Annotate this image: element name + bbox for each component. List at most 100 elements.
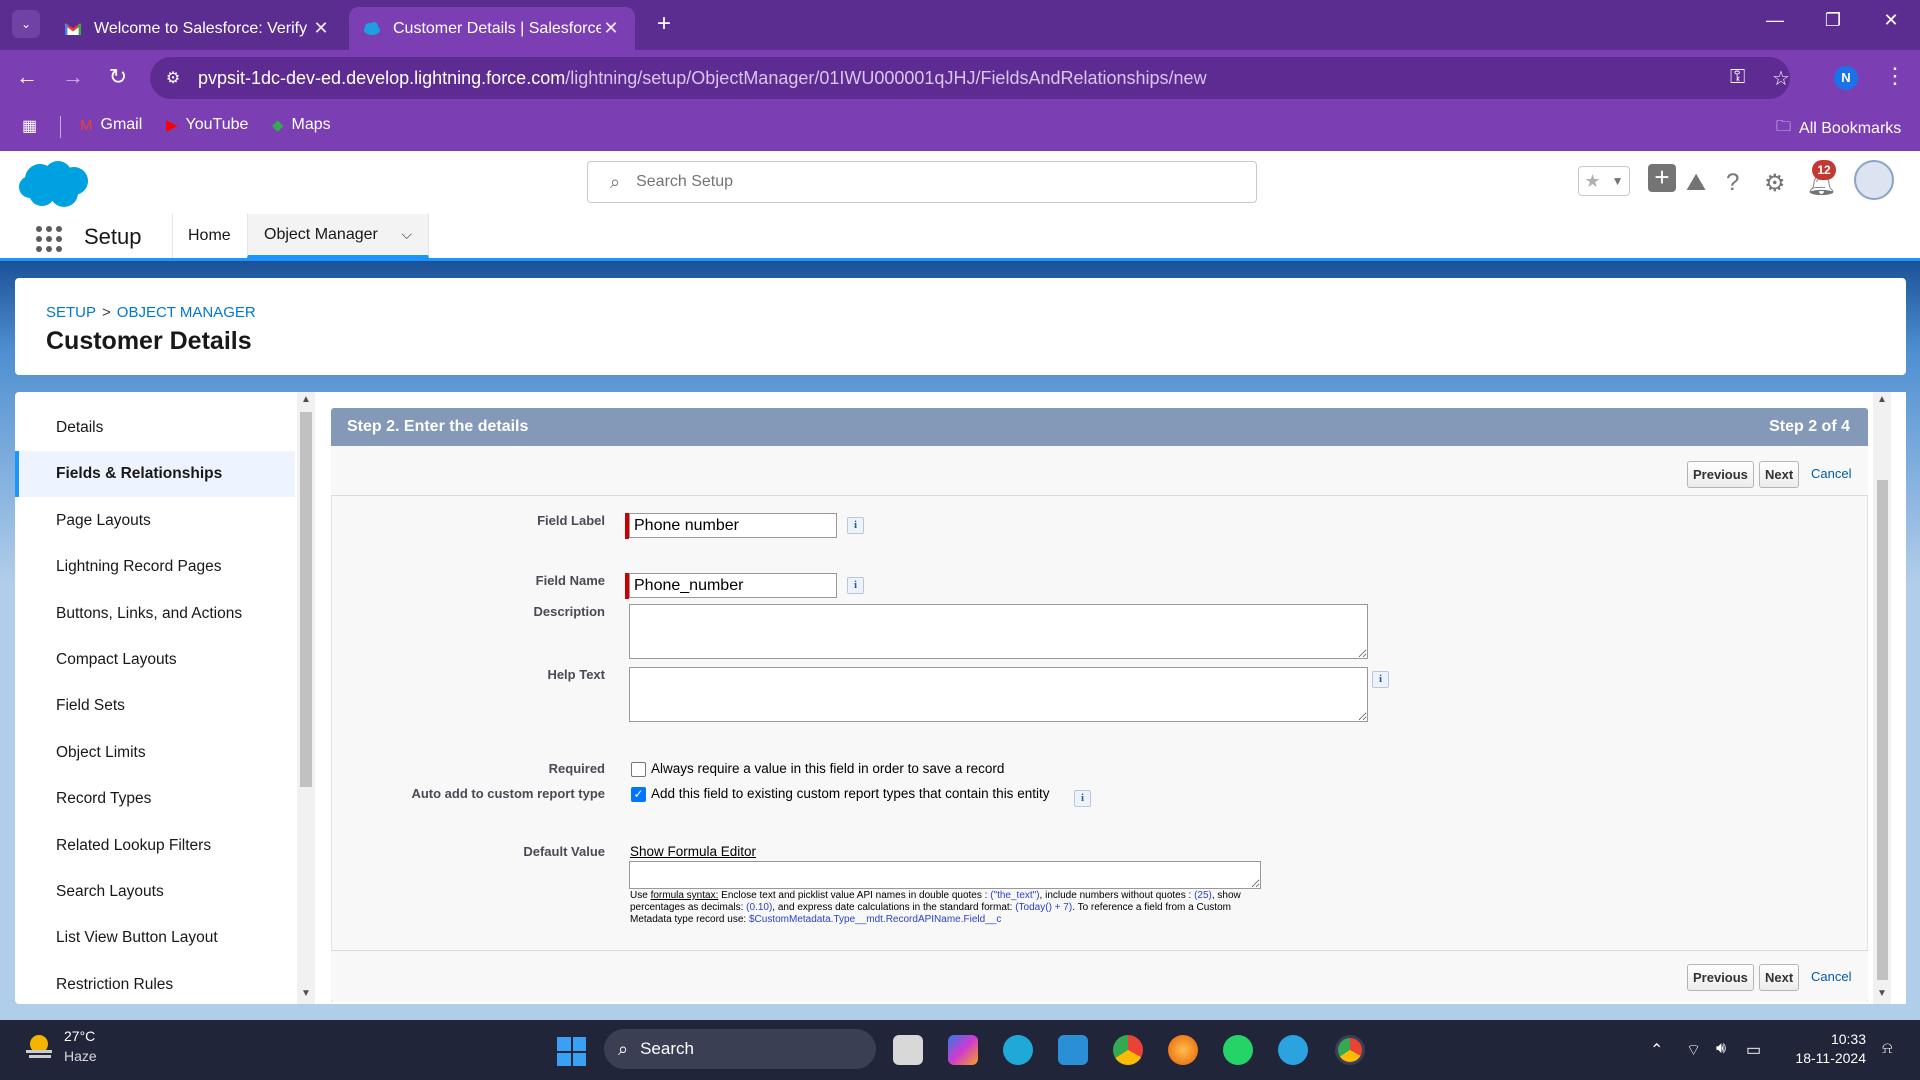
sidebar-item-buttons-links-and-actions[interactable]: Buttons, Links, and Actions xyxy=(15,591,295,637)
tab-home[interactable]: Home xyxy=(172,214,247,258)
restore-icon[interactable]: ❐ xyxy=(1813,10,1853,31)
sidebar-item-list-view-button-layout[interactable]: List View Button Layout xyxy=(15,915,295,961)
new-tab-button[interactable]: + xyxy=(650,10,678,38)
sidebar-item-details[interactable]: Details xyxy=(15,405,295,451)
back-icon[interactable]: ← xyxy=(12,64,42,90)
site-info-icon[interactable]: ⚙ xyxy=(160,68,186,88)
whatsapp-icon[interactable] xyxy=(1223,1035,1253,1065)
help-icon[interactable]: ? xyxy=(1726,169,1739,197)
all-bookmarks-button[interactable]: 🗀 All Bookmarks xyxy=(1776,116,1901,141)
telegram-icon[interactable] xyxy=(1278,1035,1308,1065)
chrome-profile-icon[interactable] xyxy=(1335,1035,1365,1065)
scrollbar-thumb[interactable] xyxy=(1877,480,1888,980)
field-label-input[interactable] xyxy=(629,513,837,538)
forward-icon[interactable]: → xyxy=(58,64,88,90)
bookmark-maps[interactable]: ◆ Maps xyxy=(272,116,331,134)
file-explorer-icon[interactable] xyxy=(893,1035,923,1065)
setup-search-box[interactable]: ⌕ Search Setup xyxy=(587,161,1257,203)
show-hidden-icons-icon[interactable]: ⌃ xyxy=(1650,1040,1663,1060)
chrome-icon[interactable] xyxy=(1113,1035,1143,1065)
notifications-icon[interactable]: ⍾ xyxy=(1882,1040,1893,1058)
main-scrollbar[interactable]: ▲ ▼ xyxy=(1873,392,1891,1004)
sidebar-item-object-limits[interactable]: Object Limits xyxy=(15,730,295,776)
tab-label: Home xyxy=(188,227,231,244)
field-name-info-icon[interactable]: i xyxy=(847,577,864,594)
bookmark-star-icon[interactable]: ☆ xyxy=(1772,66,1790,91)
close-tab-icon[interactable]: ✕ xyxy=(601,18,621,39)
battery-icon[interactable]: ▭ xyxy=(1746,1040,1761,1060)
app-launcher-icon[interactable] xyxy=(36,226,62,252)
firefox-icon[interactable] xyxy=(1168,1035,1198,1065)
url-text[interactable]: pvpsit-1dc-dev-ed.develop.lightning.forc… xyxy=(198,68,1207,89)
settings-gear-icon[interactable]: ⚙ xyxy=(1764,169,1786,198)
copilot-icon[interactable] xyxy=(948,1035,978,1065)
help-text-textarea[interactable] xyxy=(629,667,1368,722)
sidebar-item-search-layouts[interactable]: Search Layouts xyxy=(15,869,295,915)
bookmark-youtube[interactable]: ▶ YouTube xyxy=(166,116,248,134)
sidebar-item-fields-relationships[interactable]: Fields & Relationships xyxy=(15,451,295,498)
browser-tab-gmail[interactable]: Welcome to Salesforce: Verify y ✕ xyxy=(50,7,345,50)
show-formula-editor-link[interactable]: Show Formula Editor xyxy=(630,844,756,859)
previous-button[interactable]: Previous xyxy=(1687,461,1754,488)
sidebar-item-field-sets[interactable]: Field Sets xyxy=(15,683,295,729)
sidebar-scrollbar[interactable]: ▲ ▼ xyxy=(297,392,315,1004)
search-icon: ⌕ xyxy=(610,171,621,192)
sidebar-item-record-types[interactable]: Record Types xyxy=(15,776,295,822)
apps-grid-icon[interactable]: ▦ xyxy=(22,116,37,136)
system-clock[interactable]: 10:33 18-11-2024 xyxy=(1770,1031,1866,1066)
formula-syntax-link[interactable]: formula syntax: xyxy=(651,890,719,901)
wifi-icon[interactable]: ⌔ xyxy=(1686,1040,1701,1060)
tab-search-menu-button[interactable]: ⌄ xyxy=(12,10,40,38)
scrollbar-thumb[interactable] xyxy=(300,412,312,787)
favorites-button[interactable]: ★ ▼ xyxy=(1578,166,1630,196)
description-textarea[interactable] xyxy=(629,604,1368,659)
salesforce-logo[interactable] xyxy=(18,159,92,209)
default-value-textarea[interactable] xyxy=(629,861,1261,889)
breadcrumb-object-manager[interactable]: OBJECT MANAGER xyxy=(117,304,256,321)
windows-start-icon[interactable] xyxy=(557,1037,586,1066)
sidebar-item-restriction-rules[interactable]: Restriction Rules xyxy=(15,962,295,1004)
address-bar[interactable]: ⚙ pvpsit-1dc-dev-ed.develop.lightning.fo… xyxy=(150,57,1790,99)
desktop-icon[interactable] xyxy=(1058,1035,1088,1065)
required-checkbox[interactable] xyxy=(631,762,646,777)
minimize-icon[interactable]: — xyxy=(1755,10,1795,31)
cancel-link[interactable]: Cancel xyxy=(1811,466,1851,481)
cancel-link[interactable]: Cancel xyxy=(1811,969,1851,984)
weather-haze-icon[interactable] xyxy=(22,1030,56,1064)
tab-object-manager[interactable]: Object Manager ⌵ xyxy=(247,214,429,258)
sidebar-item-related-lookup-filters[interactable]: Related Lookup Filters xyxy=(15,823,295,869)
help-text-info-icon[interactable]: i xyxy=(1372,671,1389,688)
global-actions-icon[interactable]: + xyxy=(1648,164,1676,192)
sidebar-item-label: Related Lookup Filters xyxy=(56,836,212,854)
edge-icon[interactable] xyxy=(1003,1035,1033,1065)
taskbar-search-box[interactable]: ⌕ Search xyxy=(604,1029,876,1069)
next-button[interactable]: Next xyxy=(1759,964,1800,991)
sidebar-item-compact-layouts[interactable]: Compact Layouts xyxy=(15,637,295,683)
reload-icon[interactable]: ↻ xyxy=(103,64,133,90)
field-label-info-icon[interactable]: i xyxy=(847,517,864,534)
next-button[interactable]: Next xyxy=(1759,461,1800,488)
user-avatar[interactable] xyxy=(1854,160,1894,200)
scroll-down-icon[interactable]: ▼ xyxy=(297,988,315,999)
scroll-up-icon[interactable]: ▲ xyxy=(1873,394,1891,405)
scroll-up-icon[interactable]: ▲ xyxy=(297,394,315,405)
browser-menu-icon[interactable]: ⋮ xyxy=(1884,63,1906,89)
salesforce-global-header: ⌕ Search Setup ★ ▼ + ⛰ ? ⚙ 🔔︎ xyxy=(0,151,1920,214)
sidebar-item-page-layouts[interactable]: Page Layouts xyxy=(15,498,295,544)
window-close-icon[interactable]: ✕ xyxy=(1871,10,1911,31)
breadcrumb-setup[interactable]: SETUP xyxy=(46,304,96,321)
sidebar-item-lightning-record-pages[interactable]: Lightning Record Pages xyxy=(15,544,295,590)
browser-tab-salesforce[interactable]: Customer Details | Salesforce ✕ xyxy=(349,7,635,50)
auto-add-checkbox[interactable]: ✓ xyxy=(631,787,646,802)
scroll-down-icon[interactable]: ▼ xyxy=(1873,988,1891,999)
volume-icon[interactable]: 🔊︎ xyxy=(1716,1040,1726,1058)
chevron-down-icon[interactable]: ⌵ xyxy=(401,226,412,243)
password-key-icon[interactable]: ⚿ xyxy=(1730,66,1745,89)
previous-button[interactable]: Previous xyxy=(1687,964,1754,991)
profile-avatar[interactable]: N xyxy=(1834,66,1858,90)
trailhead-icon[interactable]: ⛰ xyxy=(1686,169,1706,197)
auto-add-info-icon[interactable]: i xyxy=(1074,790,1091,807)
field-name-input[interactable] xyxy=(629,573,837,598)
bookmark-gmail[interactable]: M Gmail xyxy=(80,116,142,134)
close-tab-icon[interactable]: ✕ xyxy=(311,18,331,39)
